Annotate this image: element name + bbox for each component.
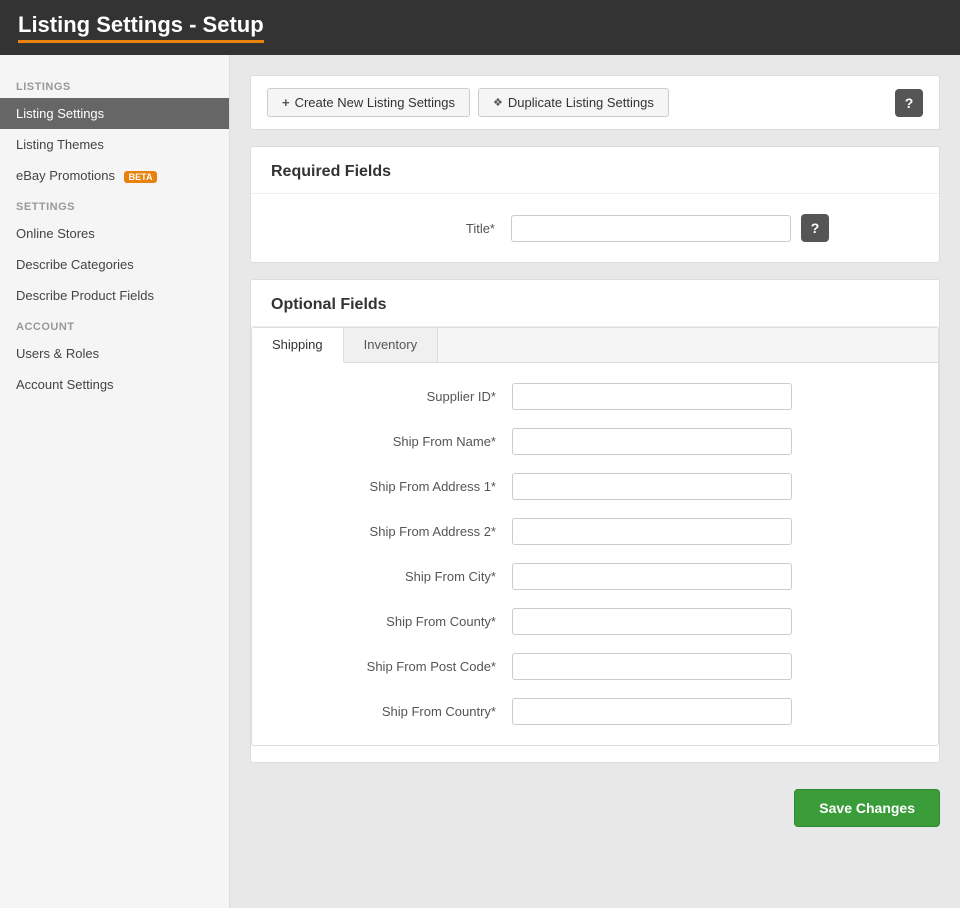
sidebar-item-describe-product-fields[interactable]: Describe Product Fields [0,280,229,311]
ship-from-address2-label: Ship From Address 2* [272,524,512,539]
sidebar-item-listing-themes[interactable]: Listing Themes [0,129,229,160]
ship-from-city-row: Ship From City* [272,563,918,590]
footer-bar: Save Changes [250,779,940,837]
create-new-listing-settings-button[interactable]: Create New Listing Settings [267,88,470,117]
optional-fields-panel: Optional Fields Shipping Inventory Supp [250,279,940,763]
sidebar: Listings Listing Settings Listing Themes… [0,55,230,908]
ship-from-postcode-label: Ship From Post Code* [272,659,512,674]
sidebar-item-ebay-promotions[interactable]: eBay Promotions BETA [0,160,229,191]
ship-from-county-label: Ship From County* [272,614,512,629]
optional-fields-title: Optional Fields [251,280,939,327]
ship-from-county-row: Ship From County* [272,608,918,635]
ship-from-postcode-row: Ship From Post Code* [272,653,918,680]
beta-badge: BETA [124,171,158,183]
tabs-body: Supplier ID* Ship From Name* Ship From A… [252,363,938,745]
sidebar-item-users-roles[interactable]: Users & Roles [0,338,229,369]
page-title: Listing Settings - Setup [18,12,264,43]
sidebar-section-settings: Settings [0,191,229,218]
duplicate-listing-settings-button[interactable]: Duplicate Listing Settings [478,88,669,117]
required-fields-title: Required Fields [251,147,939,194]
save-changes-button[interactable]: Save Changes [794,789,940,827]
ship-from-address2-row: Ship From Address 2* [272,518,918,545]
title-row: Title* ? [271,214,919,242]
tab-shipping[interactable]: Shipping [252,328,344,363]
sidebar-item-listing-settings[interactable]: Listing Settings [0,98,229,129]
ship-from-city-input[interactable] [512,563,792,590]
sidebar-item-online-stores[interactable]: Online Stores [0,218,229,249]
ship-from-country-row: Ship From Country* [272,698,918,725]
required-fields-body: Title* ? [251,194,939,262]
sidebar-section-listings: Listings [0,71,229,98]
ship-from-name-row: Ship From Name* [272,428,918,455]
ship-from-city-label: Ship From City* [272,569,512,584]
title-input[interactable] [511,215,791,242]
required-fields-panel: Required Fields Title* ? [250,146,940,263]
sidebar-item-account-settings[interactable]: Account Settings [0,369,229,400]
supplier-id-label: Supplier ID* [272,389,512,404]
ship-from-name-input[interactable] [512,428,792,455]
toolbar-help-button[interactable]: ? [895,89,923,117]
tabs-header: Shipping Inventory [252,328,938,363]
tab-inventory[interactable]: Inventory [344,328,438,362]
main-layout: Listings Listing Settings Listing Themes… [0,55,960,908]
toolbar: Create New Listing Settings Duplicate Li… [250,75,940,130]
ship-from-country-label: Ship From Country* [272,704,512,719]
shipping-fields: Supplier ID* Ship From Name* Ship From A… [272,383,918,725]
main-content: Create New Listing Settings Duplicate Li… [230,55,960,908]
ship-from-postcode-input[interactable] [512,653,792,680]
ship-from-address1-input[interactable] [512,473,792,500]
ship-from-county-input[interactable] [512,608,792,635]
title-help-button[interactable]: ? [801,214,829,242]
ship-from-address1-row: Ship From Address 1* [272,473,918,500]
optional-fields-tabs-container: Shipping Inventory Supplier ID* [251,327,939,746]
page-header: Listing Settings - Setup [0,0,960,55]
sidebar-item-describe-categories[interactable]: Describe Categories [0,249,229,280]
sidebar-section-account: Account [0,311,229,338]
ship-from-address1-label: Ship From Address 1* [272,479,512,494]
ship-from-country-input[interactable] [512,698,792,725]
supplier-id-row: Supplier ID* [272,383,918,410]
ship-from-address2-input[interactable] [512,518,792,545]
supplier-id-input[interactable] [512,383,792,410]
title-label: Title* [271,221,511,236]
ship-from-name-label: Ship From Name* [272,434,512,449]
